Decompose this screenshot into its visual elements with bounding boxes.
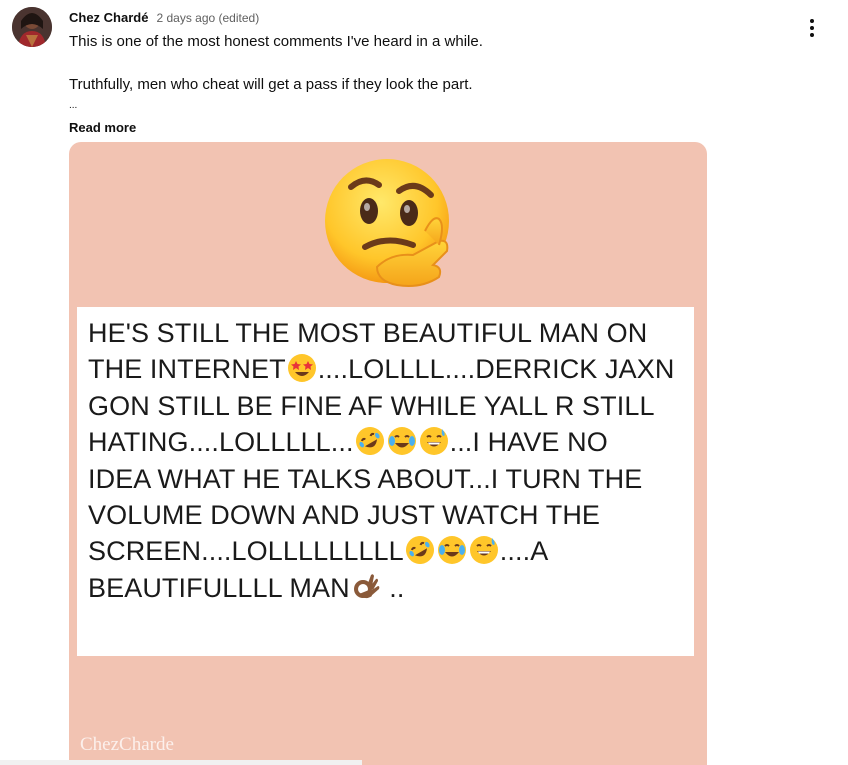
quote-line: GON STILL BE FINE AF WHILE YALL R STILL — [88, 390, 655, 421]
quote-fragment: SCREEN....LOLLLLLLLLL — [88, 536, 404, 567]
author-avatar[interactable] — [12, 7, 52, 47]
rolling-laughing-emoji-icon — [405, 536, 434, 565]
quote-fragment: BEAUTIFULLLL MAN — [88, 572, 350, 603]
read-more-button[interactable]: Read more — [69, 120, 136, 135]
quote-fragment: ...I HAVE NO — [449, 427, 608, 458]
comment-header: Chez Chardé 2 days ago (edited) — [69, 10, 259, 26]
quote-line: IDEA WHAT HE TALKS ABOUT...I TURN THE — [88, 463, 643, 494]
quote-fragment: .. — [381, 572, 405, 603]
star-struck-emoji-icon — [287, 354, 316, 383]
next-comment-edge — [0, 760, 362, 765]
grinning-sweat-emoji-icon — [419, 427, 448, 456]
author-name[interactable]: Chez Chardé — [69, 10, 148, 25]
comment-view: Chez Chardé 2 days ago (edited) This is … — [0, 0, 848, 765]
thinking-face-emoji-icon — [325, 159, 449, 287]
more-actions-button[interactable] — [800, 16, 824, 40]
quote-line: BEAUTIFULLLL MAN .. — [88, 570, 688, 606]
avatar-image — [12, 7, 52, 47]
comment-timestamp[interactable]: 2 days ago (edited) — [156, 11, 259, 25]
vertical-dots-icon — [810, 19, 814, 37]
quote-text: HE'S STILL THE MOST BEAUTIFUL MAN ON THE… — [88, 315, 688, 606]
quote-fragment: HATING....LOLLLLL... — [88, 427, 354, 458]
attached-image[interactable]: HE'S STILL THE MOST BEAUTIFUL MAN ON THE… — [69, 142, 707, 765]
quote-line: THE INTERNET ....LOLLLL....DERRICK JAXN — [88, 351, 688, 387]
quote-fragment: ....A — [499, 536, 549, 567]
comment-text-line-2: Truthfully, men who cheat will get a pas… — [69, 76, 473, 93]
quote-line: HATING....LOLLLLL... ...I HAVE NO — [88, 424, 688, 460]
quote-fragment: ....LOLLLL....DERRICK JAXN — [317, 354, 675, 385]
quote-line: VOLUME DOWN AND JUST WATCH THE — [88, 500, 601, 531]
quote-line: SCREEN....LOLLLLLLLLL ....A — [88, 533, 688, 569]
quote-fragment: THE INTERNET — [88, 354, 286, 385]
ok-hand-emoji-icon — [353, 574, 380, 598]
tears-of-joy-emoji-icon — [387, 427, 416, 456]
quote-line: HE'S STILL THE MOST BEAUTIFUL MAN ON — [88, 318, 648, 348]
rolling-laughing-emoji-icon — [355, 427, 384, 456]
quote-text-box: HE'S STILL THE MOST BEAUTIFUL MAN ON THE… — [77, 307, 694, 656]
tears-of-joy-emoji-icon — [437, 536, 466, 565]
comment-text-line-1: This is one of the most honest comments … — [69, 33, 483, 50]
truncation-ellipsis: ... — [69, 100, 78, 111]
image-watermark: ChezCharde — [80, 734, 174, 755]
grinning-sweat-emoji-icon — [469, 536, 498, 565]
